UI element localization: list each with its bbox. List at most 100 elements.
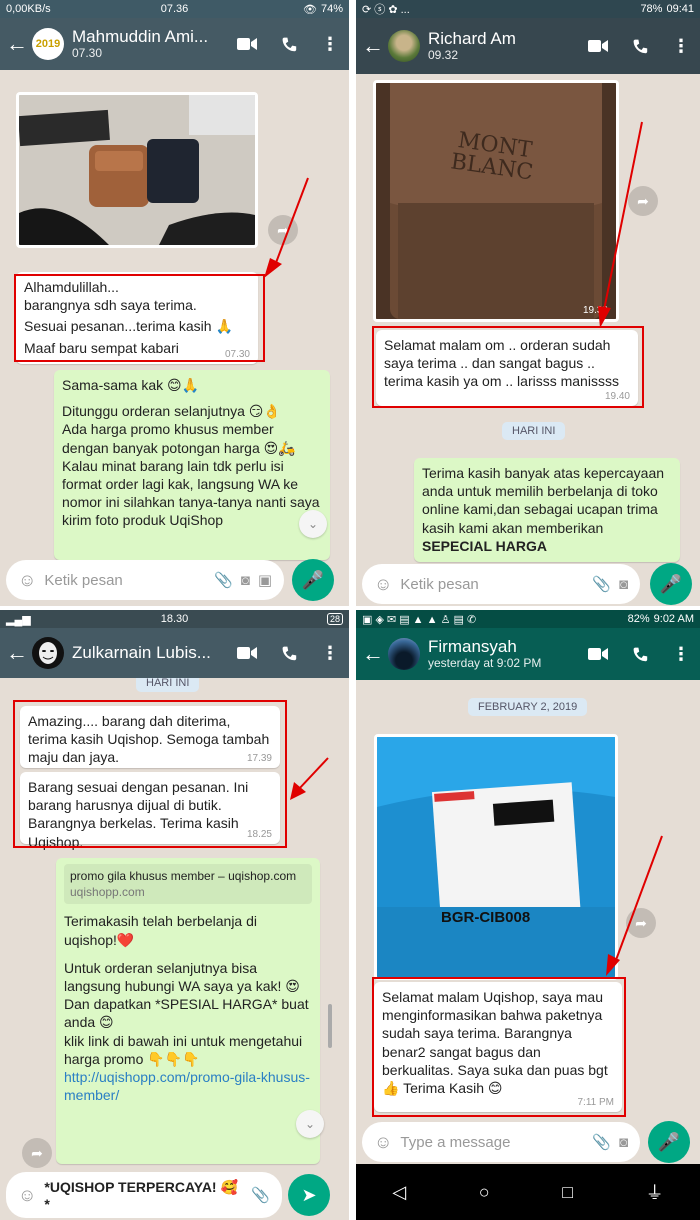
video-call-icon[interactable] <box>588 38 608 54</box>
back-arrow-icon[interactable]: ← <box>362 33 384 59</box>
forward-icon[interactable]: ➦ <box>626 908 656 938</box>
mic-button[interactable]: 🎤 <box>648 1121 690 1163</box>
android-nav-bar: ◁ ○ □ ⏚ <box>356 1164 700 1220</box>
camera-icon[interactable]: ◙ <box>619 576 628 593</box>
more-options-icon[interactable]: ⋮ <box>321 643 339 664</box>
photo-bag-on-desk[interactable] <box>16 92 258 248</box>
home-nav-icon[interactable]: ○ <box>479 1182 490 1203</box>
promo-link[interactable]: http://uqishopp.com/promo-gila-khusus-me… <box>64 1068 312 1104</box>
emoji-icon[interactable]: ☺ <box>18 1185 36 1206</box>
message-line: barangnya sdh saya terima. <box>24 297 197 314</box>
phone-call-icon[interactable] <box>279 645 299 661</box>
camera-icon[interactable]: ◙ <box>241 572 250 589</box>
battery-level: 78% <box>640 3 663 15</box>
scroll-bar[interactable] <box>328 1004 332 1048</box>
incoming-message: Selamat malam Uqishop, saya mau menginfo… <box>374 982 622 1112</box>
battery-level: 82% <box>627 613 650 625</box>
message-text: Selamat malam Uqishop, saya mau menginfo… <box>382 989 608 1096</box>
attach-icon[interactable]: 📎 <box>251 1186 270 1204</box>
scroll-down-icon[interactable]: ⌄ <box>296 1110 324 1138</box>
back-nav-icon[interactable]: ◁ <box>392 1182 406 1203</box>
panel-chat-richard: ⟳ ⓢ ✿ ... 78% 09:41 ← Richard Am 09.32 ⋮ … <box>356 0 700 606</box>
message-line: Dan dapatkan *SPESIAL HARGA* buat anda 😊 <box>64 996 309 1031</box>
emoji-icon[interactable]: ☺ <box>18 570 36 591</box>
chat-area: HARI INI Amazing.... barang dah diterima… <box>0 678 349 1220</box>
panel-chat-mahmuddin: 0,00KB/s 07.36 👁 74% ← 2019 Mahmuddin Ami… <box>0 0 349 606</box>
message-line: klik link di bawah ini untuk mengetahui … <box>64 1032 303 1067</box>
last-seen: yesterday at 9:02 PM <box>428 655 542 670</box>
message-bold-text: SEPECIAL HARGA <box>422 537 547 554</box>
message-line: Ada harga promo khusus member dengan ban… <box>62 421 296 456</box>
mic-button[interactable]: 🎤 <box>650 563 692 605</box>
red-arrow <box>290 757 329 800</box>
message-input[interactable]: ☺ Ketik pesan 📎 ◙ ▣ <box>6 560 284 600</box>
message-line: Ditunggu orderan selanjutnya 😏👌 <box>62 403 281 420</box>
date-chip: HARI INI <box>136 678 200 692</box>
avatar[interactable] <box>32 637 64 669</box>
chat-header: ← 2019 Mahmuddin Ami... 07.30 ⋮ <box>0 18 349 70</box>
contact-name[interactable]: Zulkarnain Lubis... <box>72 643 211 663</box>
panel-chat-firmansyah: ▣ ◈ ✉ ▤ ▲ ▲ ♙ ▤ ✆ 82% 9:02 AM ← Firmansya… <box>356 610 700 1220</box>
more-options-icon[interactable]: ⋮ <box>321 34 339 55</box>
incoming-message: Alhamdulillah... barangnya sdh saya teri… <box>16 272 258 364</box>
message-time: 7:11 PM <box>577 1097 615 1108</box>
contact-name[interactable]: Mahmuddin Ami... <box>72 27 208 47</box>
more-options-icon[interactable]: ⋮ <box>672 644 690 665</box>
video-call-icon[interactable] <box>237 36 257 52</box>
attach-icon[interactable]: 📎 <box>592 575 611 593</box>
send-button[interactable]: ➤ <box>288 1174 330 1216</box>
contact-name[interactable]: Firmansyah <box>428 637 541 657</box>
attach-icon[interactable]: 📎 <box>214 571 233 589</box>
emoji-icon[interactable]: ☺ <box>374 574 392 595</box>
back-arrow-icon[interactable]: ← <box>362 641 384 667</box>
panel-chat-zulkarnain: ▂▄▆ 18.30 28 ← Zulkarnain Lubis... ⋮ HAR… <box>0 610 349 1220</box>
avatar[interactable]: 2019 <box>32 28 64 60</box>
photo-package[interactable]: BGR-CIB008 <box>374 734 618 980</box>
camera-icon[interactable]: ◙ <box>619 1134 628 1151</box>
message-input[interactable]: ☺ Ketik pesan 📎 ◙ <box>362 564 640 604</box>
contact-name[interactable]: Richard Am <box>428 29 516 49</box>
more-options-icon[interactable]: ⋮ <box>672 36 690 57</box>
scroll-down-icon[interactable]: ⌄ <box>299 510 327 538</box>
chat-area: ➦ Alhamdulillah... barangnya sdh saya te… <box>0 70 349 606</box>
back-arrow-icon[interactable]: ← <box>6 31 28 57</box>
incoming-message: Selamat malam om .. orderan sudah saya t… <box>376 330 638 406</box>
status-bar: 0,00KB/s 07.36 👁 74% <box>0 0 349 18</box>
video-call-icon[interactable] <box>588 646 608 662</box>
last-seen: 07.30 <box>72 45 103 60</box>
photo-montblanc-pouch[interactable]: MONT BLANC 19.39 <box>373 80 619 322</box>
status-time: 9:02 AM <box>653 613 694 625</box>
message-line: Untuk orderan selanjutnya bisa langsung … <box>64 959 300 994</box>
mic-button[interactable]: 🎤 <box>292 559 334 601</box>
phone-call-icon[interactable] <box>630 38 650 54</box>
photo-image <box>376 83 616 319</box>
recents-nav-icon[interactable]: □ <box>562 1182 573 1203</box>
emoji-icon[interactable]: ☺ <box>374 1132 392 1153</box>
phone-call-icon[interactable] <box>630 646 650 662</box>
message-time: 07.30 <box>224 349 250 360</box>
status-time: 18.30 <box>160 613 189 625</box>
status-time: 09:41 <box>666 3 694 15</box>
message-line: Maaf baru sempat kabari <box>24 339 179 356</box>
message-input[interactable]: ☺ Type a message 📎 ◙ <box>362 1122 640 1162</box>
link-preview[interactable]: promo gila khusus member – uqishop.com u… <box>64 864 312 905</box>
status-bar: ▂▄▆ 18.30 28 <box>0 610 349 628</box>
video-call-icon[interactable] <box>237 645 257 661</box>
forward-icon[interactable]: ➦ <box>628 186 658 216</box>
chat-area: MONT BLANC 19.39 ➦ Selamat malam om .. o… <box>356 74 700 606</box>
outgoing-message: Terima kasih banyak atas kepercayaan and… <box>414 458 680 562</box>
attach-icon[interactable]: 📎 <box>592 1133 611 1151</box>
phone-call-icon[interactable] <box>279 36 299 52</box>
sticker-icon[interactable]: ▣ <box>258 571 272 589</box>
forward-icon[interactable]: ➦ <box>22 1138 52 1168</box>
avatar[interactable] <box>388 30 420 62</box>
incoming-message: Amazing.... barang dah diterima, terima … <box>20 706 280 768</box>
message-line: Terimakasih telah berbelanja di uqishop!… <box>64 913 257 948</box>
message-input[interactable]: ☺ *UQISHOP TERPERCAYA! 🥰* 📎 <box>6 1172 282 1218</box>
forward-icon[interactable]: ➦ <box>268 215 298 245</box>
keyboard-hide-icon[interactable]: ⏚ <box>646 1179 664 1205</box>
back-arrow-icon[interactable]: ← <box>6 640 28 666</box>
message-time: 19.40 <box>604 391 630 402</box>
avatar[interactable] <box>388 638 420 670</box>
status-time: 07.36 <box>160 3 189 15</box>
